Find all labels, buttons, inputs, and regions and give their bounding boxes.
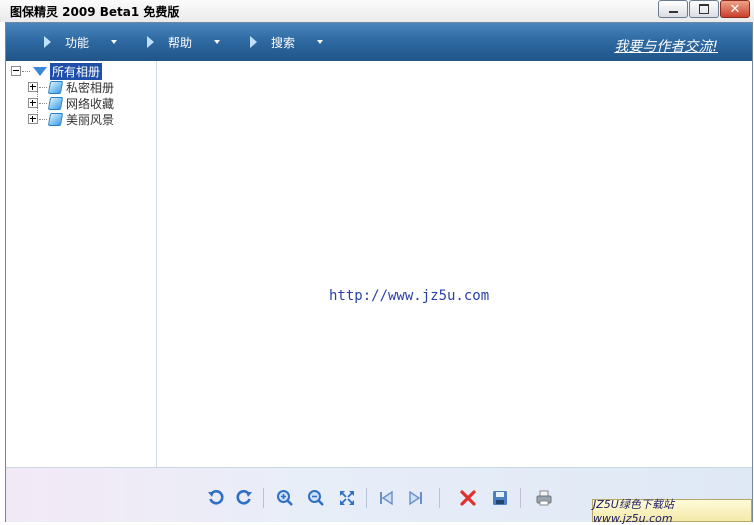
tree-connector <box>39 102 47 104</box>
tree-connector <box>39 118 47 120</box>
tree-item-label: 网络收藏 <box>66 96 115 111</box>
image-viewer[interactable]: http://www.jz5u.com <box>157 61 752 467</box>
toolbar-separator <box>439 488 440 508</box>
zoom-in-button[interactable] <box>276 489 294 507</box>
tree-root[interactable]: 所有相册 <box>11 62 103 80</box>
menu-function[interactable]: 功能 <box>44 32 118 52</box>
window-controls: ✕ <box>657 0 750 18</box>
maximize-button[interactable] <box>689 0 719 18</box>
toolbar-separator <box>366 488 367 508</box>
close-button[interactable]: ✕ <box>720 0 750 18</box>
menu-help-label: 帮助 <box>168 35 193 50</box>
zoom-in-icon <box>277 490 293 506</box>
print-icon <box>536 490 552 506</box>
tree-connector <box>22 70 30 72</box>
album-icon <box>47 96 64 110</box>
tree-item-private-album[interactable]: 私密相册 <box>28 79 114 95</box>
fit-screen-button[interactable] <box>338 489 356 507</box>
folder-open-icon <box>33 66 47 76</box>
menu-search-label: 搜索 <box>271 35 296 50</box>
zoom-out-icon <box>308 490 324 506</box>
rotate-left-button[interactable] <box>207 489 225 507</box>
rotate-left-icon <box>208 490 224 505</box>
chevron-down-icon <box>214 40 221 44</box>
chevron-down-icon <box>111 40 118 44</box>
album-tree: 所有相册 私密相册 网络收藏 美丽风景 <box>6 61 157 467</box>
close-icon: ✕ <box>729 1 741 17</box>
chevron-down-icon <box>317 40 324 44</box>
watermark-text: http://www.jz5u.com <box>329 288 490 304</box>
expand-icon[interactable] <box>28 98 38 108</box>
rotate-right-icon <box>236 490 252 505</box>
previous-icon <box>380 490 393 506</box>
next-button[interactable] <box>407 489 425 507</box>
tree-connector <box>39 86 47 88</box>
tree-item-label: 美丽风景 <box>66 112 115 127</box>
window-title: 图保精灵 2009 Beta1 免费版 <box>10 5 180 19</box>
collapse-icon[interactable] <box>11 66 21 76</box>
next-icon <box>409 490 422 506</box>
tree-item-web-favorites[interactable]: 网络收藏 <box>28 95 114 111</box>
save-icon <box>493 491 507 505</box>
menu-function-label: 功能 <box>65 35 90 50</box>
save-button[interactable] <box>491 489 509 507</box>
tree-item-label: 私密相册 <box>66 80 115 95</box>
menu-arrow-icon <box>44 36 51 48</box>
rotate-right-button[interactable] <box>235 489 253 507</box>
album-icon <box>47 80 64 94</box>
main-window: 功能 帮助 搜索 我要与作者交流! 所有相册 私密相册 网络收藏 美丽风景 ht… <box>5 22 753 525</box>
menu-search[interactable]: 搜索 <box>250 32 324 52</box>
delete-button[interactable] <box>459 489 477 507</box>
toolbar-separator <box>520 488 521 508</box>
minimize-icon <box>668 11 678 13</box>
bottom-toolbar: JZ5U绿色下载站www.jz5u.com <box>6 467 752 525</box>
site-badge: JZ5U绿色下载站www.jz5u.com <box>592 498 752 525</box>
expand-icon[interactable] <box>28 82 38 92</box>
fit-screen-icon <box>340 491 354 505</box>
menu-arrow-icon <box>250 36 257 48</box>
minimize-button[interactable] <box>658 0 688 18</box>
tree-root-label: 所有相册 <box>50 62 103 80</box>
print-button[interactable] <box>535 489 553 507</box>
delete-icon <box>460 490 476 506</box>
tree-item-scenery[interactable]: 美丽风景 <box>28 111 114 127</box>
expand-icon[interactable] <box>28 114 38 124</box>
previous-button[interactable] <box>377 489 395 507</box>
zoom-out-button[interactable] <box>307 489 325 507</box>
maximize-icon <box>699 4 709 14</box>
menu-help[interactable]: 帮助 <box>147 32 221 52</box>
toolbar-separator <box>263 488 264 508</box>
title-bar: 图保精灵 2009 Beta1 免费版 ✕ <box>0 0 754 22</box>
menu-bar: 功能 帮助 搜索 我要与作者交流! <box>6 23 752 61</box>
menu-arrow-icon <box>147 36 154 48</box>
album-icon <box>47 112 64 126</box>
contact-author-link[interactable]: 我要与作者交流! <box>614 36 718 56</box>
